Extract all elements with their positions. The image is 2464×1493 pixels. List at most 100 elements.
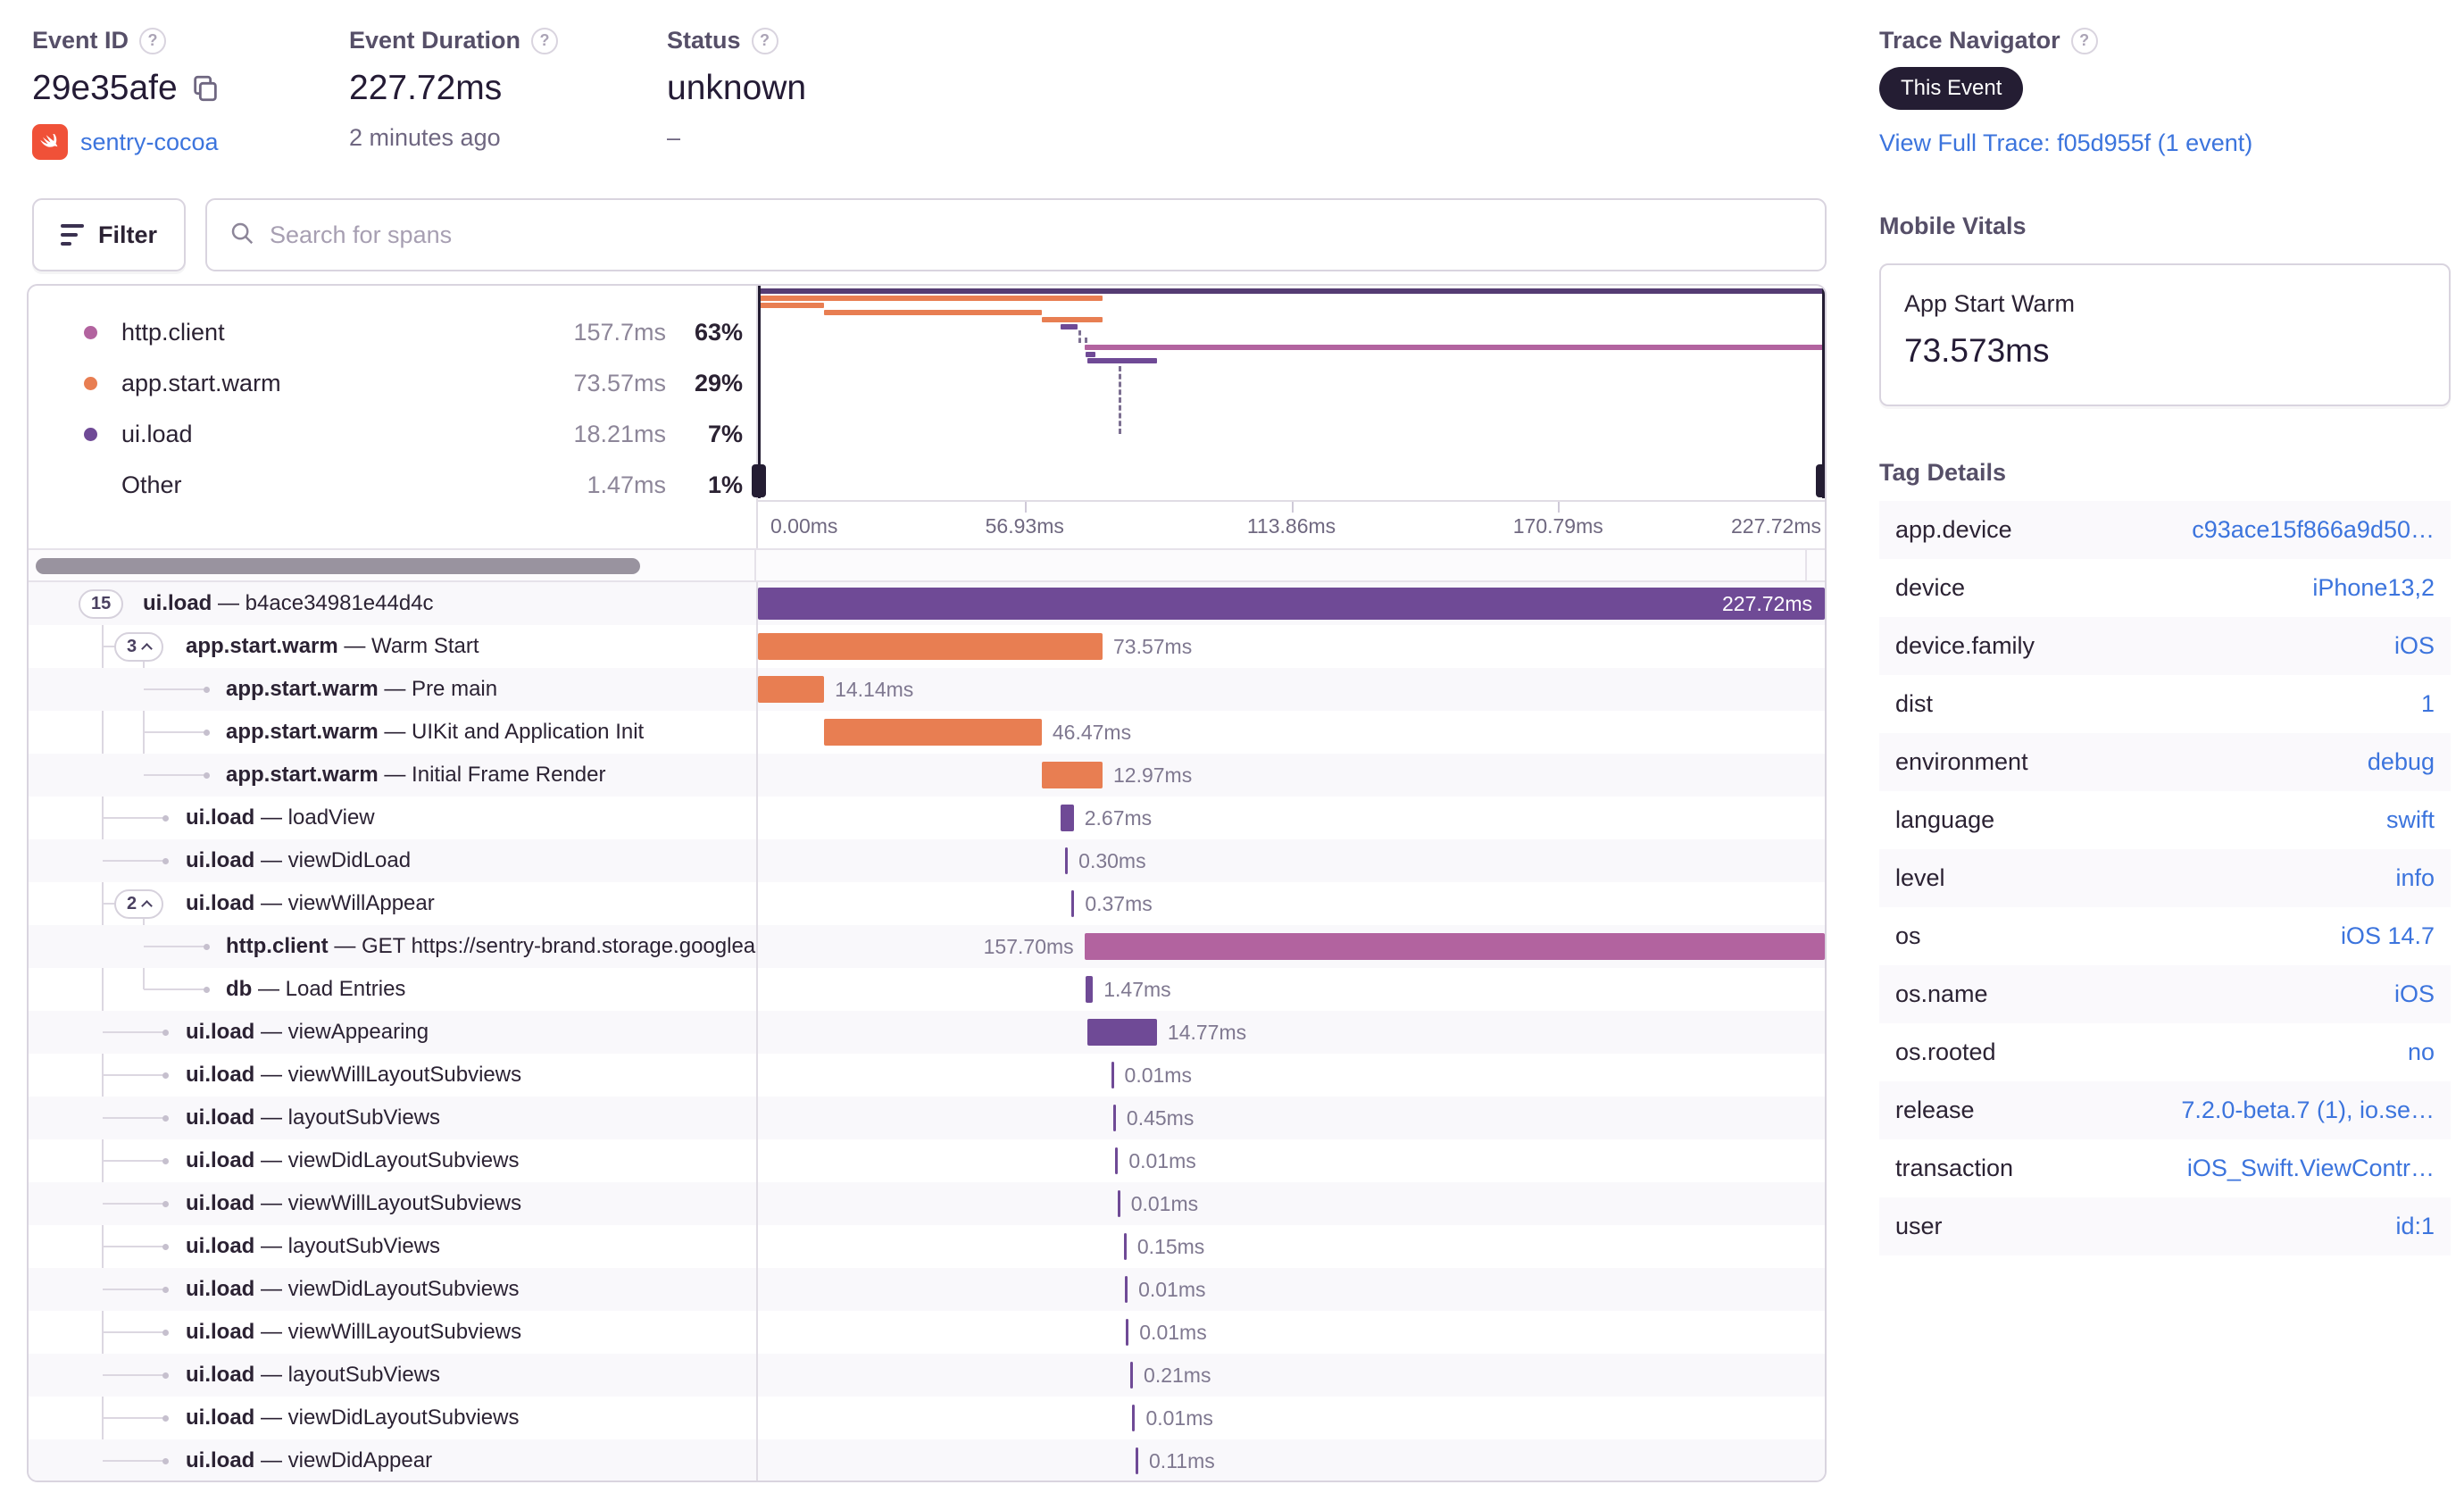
tree-connector — [144, 688, 206, 690]
span-label: ui.load — layoutSubViews — [186, 1363, 441, 1387]
mobile-vitals-heading: Mobile Vitals — [1879, 213, 2027, 239]
event-duration-value: 227.72ms — [349, 69, 503, 107]
span-label: ui.load — viewWillAppear — [186, 891, 435, 915]
tag-key: release — [1895, 1097, 1975, 1123]
tag-value-link[interactable]: iOS — [1988, 980, 2435, 1008]
children-count-pill[interactable]: 2 — [114, 889, 164, 919]
tree-connector-dot — [162, 1158, 169, 1164]
tag-value-link[interactable]: 7.2.0-beta.7 (1), io.se… — [1975, 1097, 2435, 1124]
axis-tick-label: 56.93ms — [985, 514, 1064, 538]
span-row[interactable]: http.client — GET https://sentry-brand.s… — [29, 925, 1825, 968]
span-row[interactable]: app.start.warm — Pre main 14.14ms — [29, 668, 1825, 711]
tree-connector-dot — [162, 1415, 169, 1422]
legend-color-dot — [84, 325, 97, 339]
trace-navigator-label: Trace Navigator — [1879, 27, 2060, 54]
span-duration-bar — [1085, 976, 1094, 1003]
vital-value: 73.573ms — [1904, 332, 2050, 369]
tag-key: os.name — [1895, 980, 1988, 1007]
copy-icon[interactable] — [190, 73, 221, 104]
span-row[interactable]: 15 ui.load — b4ace34981e44d4c 227.72ms — [29, 582, 1825, 625]
tag-value-link[interactable]: iOS_Swift.ViewContr… — [2013, 1155, 2435, 1182]
span-duration-label: 0.21ms — [1144, 1363, 1211, 1387]
span-label: ui.load — viewAppearing — [186, 1020, 429, 1044]
tag-value-link[interactable]: iPhone13,2 — [1965, 574, 2435, 602]
view-full-trace-link[interactable]: View Full Trace: f05d955f (1 event) — [1879, 129, 2252, 157]
help-icon[interactable]: ? — [751, 27, 778, 54]
tag-key: device.family — [1895, 632, 2035, 659]
span-row[interactable]: ui.load — viewWillLayoutSubviews 0.01ms — [29, 1311, 1825, 1354]
span-row[interactable]: ui.load — viewWillLayoutSubviews 0.01ms — [29, 1054, 1825, 1097]
tag-row: transaction iOS_Swift.ViewContr… — [1879, 1139, 2451, 1197]
children-count-pill[interactable]: 3 — [114, 632, 164, 662]
tag-key: language — [1895, 806, 1995, 833]
span-row[interactable]: ui.load — viewWillLayoutSubviews 0.01ms — [29, 1182, 1825, 1225]
trace-minimap[interactable]: 0.00ms 56.93ms 113.86ms 170.79ms 227.72ms — [752, 286, 1825, 548]
span-row[interactable]: ui.load — viewDidLoad 0.30ms — [29, 839, 1825, 882]
span-row[interactable]: ui.load — viewDidLayoutSubviews 0.01ms — [29, 1139, 1825, 1182]
span-duration-bar — [1111, 1062, 1114, 1088]
scrollbar-thumb[interactable] — [36, 558, 640, 574]
span-row[interactable]: 3 app.start.warm — Warm Start 73.57ms — [29, 625, 1825, 668]
minimap-span-bar — [758, 288, 1825, 294]
span-row[interactable]: ui.load — viewDidLayoutSubviews 0.01ms — [29, 1268, 1825, 1311]
status-group: Status ? unknown – — [667, 27, 806, 152]
tag-value-link[interactable]: debug — [2028, 748, 2435, 776]
legend-row[interactable]: app.start.warm 73.57ms 29% — [29, 362, 756, 405]
span-search[interactable] — [205, 198, 1827, 271]
legend-percent: 1% — [707, 471, 743, 498]
tag-value-link[interactable]: id:1 — [1943, 1213, 2435, 1240]
span-row[interactable]: ui.load — layoutSubViews 0.15ms — [29, 1225, 1825, 1268]
span-label: ui.load — viewDidLayoutSubviews — [186, 1405, 520, 1430]
tag-value-link[interactable]: iOS 14.7 — [1921, 922, 2435, 950]
span-row[interactable]: ui.load — viewDidLayoutSubviews 0.01ms — [29, 1397, 1825, 1439]
minimap-left-handle[interactable] — [752, 464, 766, 497]
span-row[interactable]: ui.load — layoutSubViews 0.45ms — [29, 1097, 1825, 1139]
minimap-right-handle[interactable] — [1816, 464, 1825, 497]
span-duration-label: 0.01ms — [1130, 1191, 1199, 1215]
span-row[interactable]: ui.load — loadView 2.67ms — [29, 797, 1825, 839]
legend-row[interactable]: ui.load 18.21ms 7% — [29, 413, 756, 455]
legend-row[interactable]: http.client 157.7ms 63% — [29, 311, 756, 354]
span-row[interactable]: db — Load Entries 1.47ms — [29, 968, 1825, 1011]
tree-connector — [103, 1289, 165, 1290]
search-input[interactable] — [270, 221, 1803, 249]
filter-button[interactable]: Filter — [32, 198, 186, 271]
tag-row: level info — [1879, 849, 2451, 907]
event-age: 2 minutes ago — [349, 124, 501, 151]
tag-value-link[interactable]: swift — [1994, 806, 2435, 834]
minimap-span-bar — [1087, 358, 1157, 363]
tree-connector-dot — [162, 858, 169, 864]
tree-connector-dot — [162, 1372, 169, 1379]
tag-key: environment — [1895, 748, 2028, 775]
tag-value-link[interactable]: c93ace15f866a9d50… — [2012, 516, 2435, 544]
legend-row[interactable]: Other 1.47ms 1% — [29, 463, 756, 506]
legend-percent: 29% — [694, 369, 743, 396]
legend-percent: 7% — [707, 420, 743, 447]
span-duration-bar — [758, 676, 825, 703]
tag-details-table: app.device c93ace15f866a9d50… device iPhone… — [1879, 501, 2451, 1255]
help-icon[interactable]: ? — [139, 27, 167, 54]
span-row[interactable]: app.start.warm — Initial Frame Render 12.… — [29, 754, 1825, 797]
help-icon[interactable]: ? — [2070, 27, 2098, 54]
span-row[interactable]: ui.load — viewAppearing 14.77ms — [29, 1011, 1825, 1054]
tag-value-link[interactable]: info — [1945, 864, 2435, 892]
span-row[interactable]: ui.load — viewDidAppear 0.11ms — [29, 1439, 1825, 1480]
legend-duration: 73.57ms — [573, 369, 666, 396]
tree-connector-dot — [162, 1115, 169, 1122]
tag-value-link[interactable]: iOS — [2035, 632, 2435, 660]
children-count-pill[interactable]: 15 — [79, 589, 124, 619]
span-duration-bar — [1126, 1319, 1129, 1346]
span-row[interactable]: 2 ui.load — viewWillAppear 0.37ms — [29, 882, 1825, 925]
tag-value-link[interactable]: 1 — [1933, 690, 2435, 718]
tag-value-link[interactable]: no — [1996, 1038, 2435, 1066]
axis-tick-mark — [1558, 502, 1561, 513]
app-start-warm-card[interactable]: App Start Warm 73.573ms — [1879, 263, 2451, 406]
help-icon[interactable]: ? — [531, 27, 559, 54]
tag-row: os iOS 14.7 — [1879, 907, 2451, 965]
span-row[interactable]: ui.load — layoutSubViews 0.21ms — [29, 1354, 1825, 1397]
project-link[interactable]: sentry-cocoa — [80, 129, 219, 156]
span-label: ui.load — viewWillLayoutSubviews — [186, 1320, 522, 1344]
span-label: ui.load — viewDidLayoutSubviews — [186, 1148, 520, 1172]
span-row[interactable]: app.start.warm — UIKit and Application I… — [29, 711, 1825, 754]
vital-title: App Start Warm — [1904, 290, 2076, 317]
